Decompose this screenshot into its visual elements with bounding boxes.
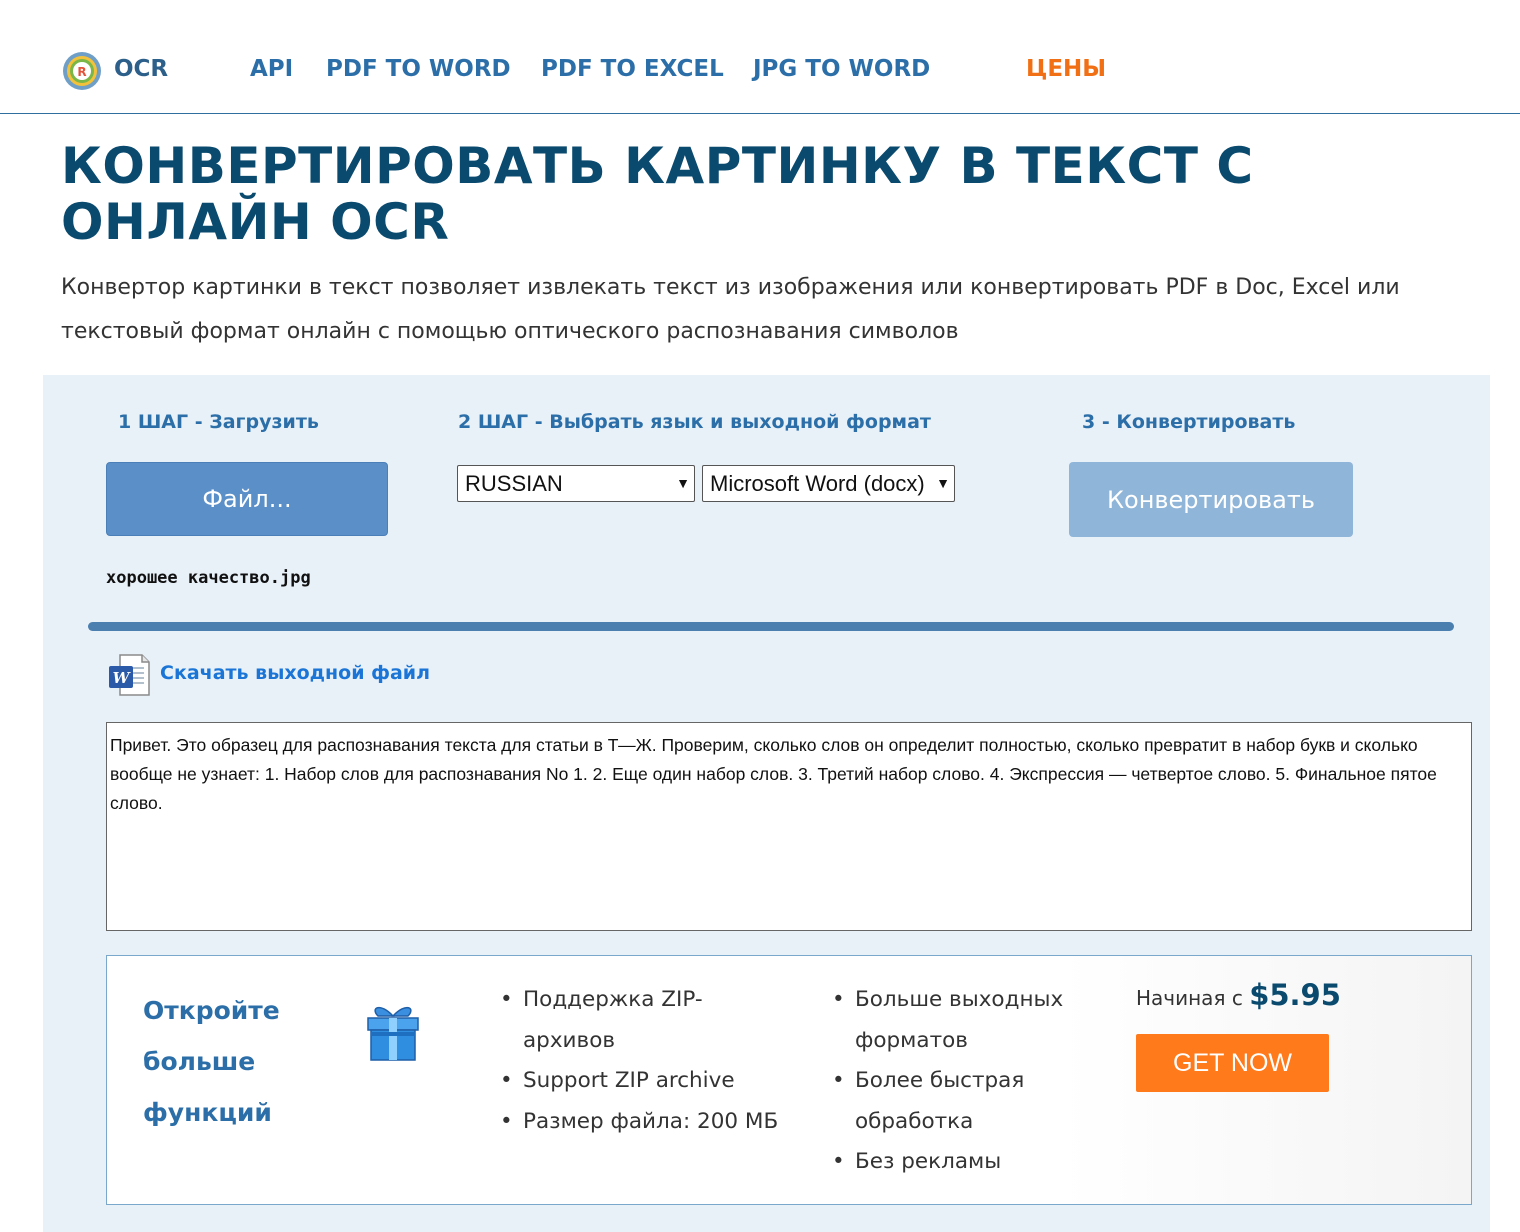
gift-icon	[367, 1006, 419, 1061]
chevron-down-icon: ▼	[936, 475, 950, 491]
file-upload-button[interactable]: Файл...	[106, 462, 388, 536]
ocr-logo-icon[interactable]: R	[60, 51, 104, 91]
svg-text:R: R	[77, 65, 86, 79]
selected-file-name: хорошее качество.jpg	[106, 568, 311, 588]
promo-features-list-a: Поддержка ZIP-архивов Support ZIP archiv…	[498, 980, 788, 1142]
step1-label: 1 ШАГ - Загрузить	[118, 411, 319, 433]
promo-title: Откройте больше функций	[143, 996, 280, 1127]
list-item: Поддержка ZIP-архивов	[498, 980, 788, 1061]
nav-pdf-to-word[interactable]: PDF TO WORD	[326, 56, 511, 82]
page-title: КОНВЕРТИРОВАТЬ КАРТИНКУ В ТЕКСТ С ОНЛАЙН…	[61, 137, 1254, 251]
language-select-value: RUSSIAN	[465, 471, 563, 496]
nav-prices[interactable]: ЦЕНЫ	[1026, 56, 1106, 82]
get-now-button[interactable]: GET NOW	[1136, 1034, 1329, 1092]
promo-features-list-b: Больше выходных форматов Более быстрая о…	[830, 980, 1090, 1183]
price-value: $5.95	[1249, 978, 1341, 1012]
result-textarea[interactable]: Привет. Это образец для распознавания те…	[106, 722, 1472, 931]
step2-label: 2 ШАГ - Выбрать язык и выходной формат	[458, 411, 931, 433]
word-document-icon[interactable]: W	[106, 652, 152, 698]
nav-pdf-to-excel[interactable]: PDF TO EXCEL	[541, 56, 724, 82]
chevron-down-icon: ▼	[676, 475, 690, 491]
logo-text[interactable]: OCR	[114, 56, 168, 82]
output-format-select[interactable]: Microsoft Word (docx) ▼	[702, 465, 955, 502]
nav-jpg-to-word[interactable]: JPG TO WORD	[753, 56, 930, 82]
download-output-link[interactable]: Скачать выходной файл	[160, 662, 430, 684]
language-select[interactable]: RUSSIAN ▼	[457, 465, 695, 502]
svg-text:W: W	[113, 669, 132, 687]
progress-bar	[88, 622, 1454, 631]
list-item: Больше выходных форматов	[830, 980, 1090, 1061]
nav-api[interactable]: API	[250, 56, 293, 82]
output-format-select-value: Microsoft Word (docx)	[710, 471, 925, 496]
price-prefix: Начиная с	[1136, 986, 1243, 1010]
list-item: Support ZIP archive	[498, 1061, 788, 1102]
page-subtitle: Конвертор картинки в текст позволяет изв…	[61, 275, 1400, 344]
convert-button[interactable]: Конвертировать	[1069, 462, 1353, 537]
price-line: Начиная с $5.95	[1136, 978, 1341, 1012]
list-item: Без рекламы	[830, 1142, 1090, 1183]
list-item: Более быстрая обработка	[830, 1061, 1090, 1142]
step3-label: 3 - Конвертировать	[1082, 411, 1296, 433]
list-item: Размер файла: 200 МБ	[498, 1102, 788, 1143]
site-header: R OCR API PDF TO WORD PDF TO EXCEL JPG T…	[0, 0, 1520, 114]
